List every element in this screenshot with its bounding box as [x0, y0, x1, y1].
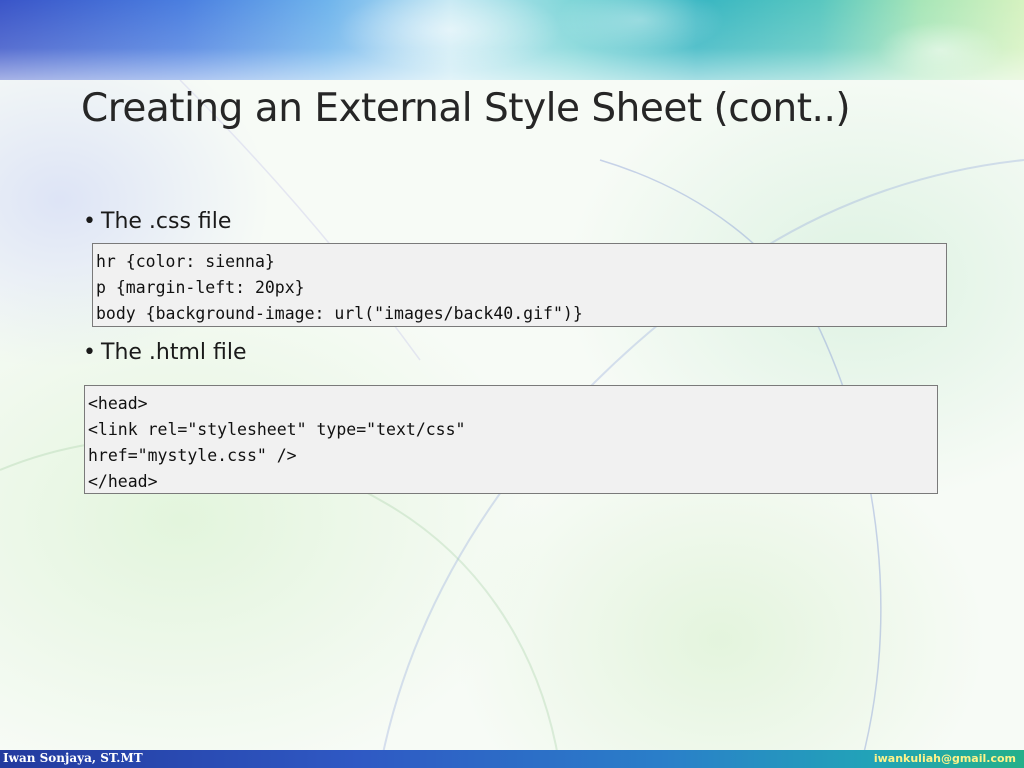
code-line: hr {color: sienna}	[96, 252, 275, 271]
code-line: p {margin-left: 20px}	[96, 278, 305, 297]
slide-title: Creating an External Style Sheet (cont..…	[81, 86, 851, 131]
code-line: body {background-image: url("images/back…	[96, 304, 583, 323]
code-line: </head>	[88, 472, 158, 491]
slide: Creating an External Style Sheet (cont..…	[0, 0, 1024, 768]
css-code-block: hr {color: sienna} p {margin-left: 20px}…	[92, 243, 947, 327]
bullet-glyph: •	[83, 340, 96, 365]
bullet-label: The .css file	[101, 209, 232, 234]
html-code-block: <head> <link rel="stylesheet" type="text…	[84, 385, 938, 494]
bullet-css-file: • The .css file	[83, 209, 231, 234]
code-line: href="mystyle.css" />	[88, 446, 297, 465]
footer-bar: Iwan Sonjaya, ST.MT iwankuliah@gmail.com	[0, 750, 1024, 768]
code-line: <link rel="stylesheet" type="text/css"	[88, 420, 466, 439]
footer-author: Iwan Sonjaya, ST.MT	[3, 751, 143, 765]
bullet-label: The .html file	[101, 340, 247, 365]
bullet-html-file: • The .html file	[83, 340, 247, 365]
bullet-glyph: •	[83, 209, 96, 234]
code-line: <head>	[88, 394, 148, 413]
footer-email: iwankuliah@gmail.com	[873, 752, 1016, 765]
